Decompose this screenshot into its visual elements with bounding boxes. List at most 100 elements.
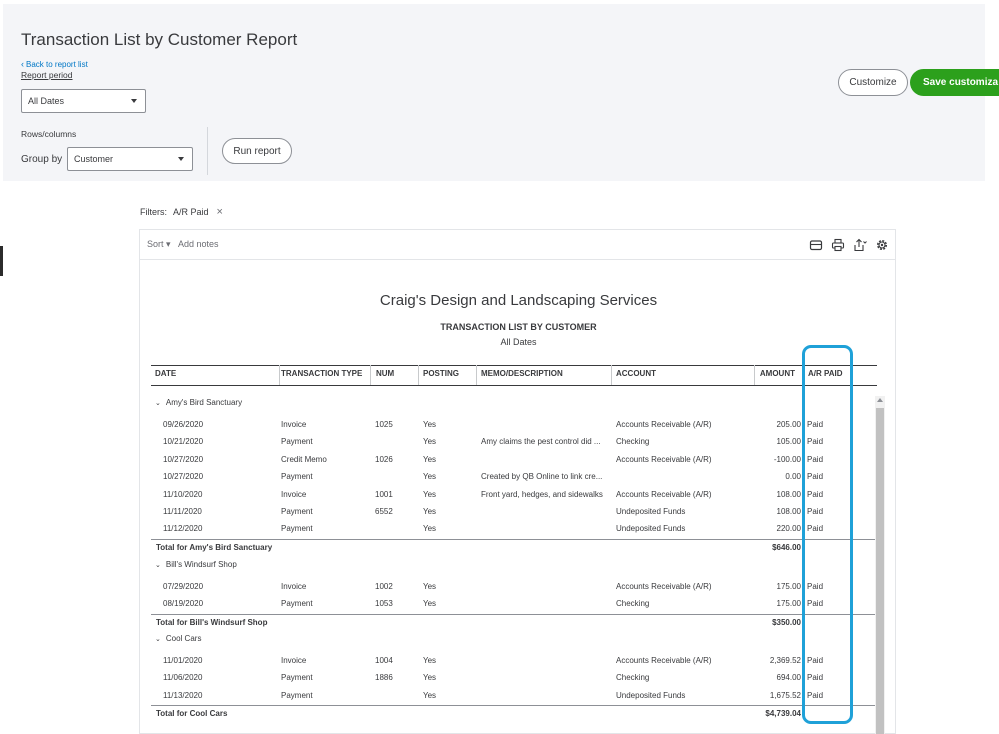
- cell-memo: Amy claims the pest control did ...: [481, 437, 601, 447]
- cell-posting: Yes: [423, 472, 437, 482]
- cell-date[interactable]: 11/10/2020: [163, 490, 202, 499]
- cell-account: Accounts Receivable (A/R): [616, 454, 712, 464]
- cell-transaction-type[interactable]: Invoice: [281, 582, 306, 591]
- cell-date[interactable]: 11/06/2020: [163, 673, 202, 682]
- group-by-value: Customer: [74, 154, 114, 164]
- cell-date[interactable]: 09/26/2020: [163, 420, 203, 429]
- customer-group-header[interactable]: ⌄ Cool Cars: [155, 634, 201, 643]
- cell-transaction-type[interactable]: Invoice: [281, 656, 306, 665]
- group-total-amount[interactable]: $646.00: [772, 543, 801, 552]
- customer-group-header[interactable]: ⌄ Amy's Bird Sanctuary: [155, 398, 242, 407]
- cell-date[interactable]: 07/29/2020: [163, 582, 203, 591]
- column-separator: [754, 365, 755, 385]
- cell-account: Accounts Receivable (A/R): [616, 420, 712, 429]
- cell-posting: Yes: [423, 437, 437, 447]
- cell-date[interactable]: 11/01/2020: [163, 656, 202, 665]
- column-header-memo[interactable]: MEMO/DESCRIPTION: [481, 369, 563, 378]
- cell-amount[interactable]: 108.00: [777, 507, 801, 516]
- column-header-account[interactable]: ACCOUNT: [616, 369, 656, 378]
- cell-amount[interactable]: 105.00: [777, 437, 801, 446]
- close-icon[interactable]: ×: [217, 206, 223, 218]
- scroll-up-arrow-icon[interactable]: [877, 398, 883, 402]
- cell-date[interactable]: 11/12/2020: [163, 524, 202, 533]
- table-scrollbar[interactable]: [875, 396, 885, 734]
- cell-date[interactable]: 10/27/2020: [163, 472, 203, 481]
- email-icon[interactable]: [809, 238, 823, 252]
- cell-amount[interactable]: 108.00: [777, 490, 801, 499]
- cell-amount[interactable]: 1,675.52: [770, 691, 801, 700]
- cell-transaction-type[interactable]: Payment: [281, 507, 313, 516]
- rows-columns-label: Rows/columns: [21, 129, 77, 139]
- filters-label: Filters:: [140, 207, 167, 217]
- cell-transaction-type[interactable]: Payment: [281, 524, 313, 533]
- cell-date[interactable]: 08/19/2020: [163, 599, 203, 608]
- cell-date[interactable]: 10/27/2020: [163, 455, 203, 464]
- cell-amount[interactable]: 175.00: [777, 582, 801, 591]
- add-notes-link[interactable]: Add notes: [178, 239, 219, 249]
- column-header-num[interactable]: NUM: [376, 369, 394, 378]
- page-title: Transaction List by Customer Report: [21, 30, 298, 49]
- cell-date[interactable]: 11/13/2020: [163, 691, 202, 700]
- cell-account: Accounts Receivable (A/R): [616, 489, 712, 499]
- run-report-button[interactable]: Run report: [222, 138, 292, 164]
- cell-amount[interactable]: 694.00: [777, 673, 801, 682]
- group-total-rule: [151, 539, 877, 540]
- cell-amount[interactable]: 175.00: [777, 599, 801, 608]
- cell-transaction-type[interactable]: Payment: [281, 472, 313, 481]
- cell-amount[interactable]: 2,369.52: [770, 656, 801, 665]
- column-separator: [611, 365, 612, 385]
- cell-amount[interactable]: -100.00: [774, 455, 801, 464]
- column-header-transaction-type[interactable]: TRANSACTION TYPE: [281, 369, 362, 378]
- cell-account: Undeposited Funds: [616, 507, 686, 516]
- cell-transaction-type[interactable]: Payment: [281, 437, 313, 446]
- cell-memo: Created by QB Online to link cre...: [481, 472, 603, 482]
- cell-posting: Yes: [423, 524, 437, 534]
- sort-dropdown[interactable]: Sort ▾: [147, 239, 171, 250]
- back-link-label: Back to report list: [26, 59, 88, 69]
- cell-amount[interactable]: 220.00: [777, 524, 801, 533]
- customer-group-header[interactable]: ⌄ Bill's Windsurf Shop: [155, 560, 237, 569]
- group-total-label: Total for Cool Cars: [156, 709, 228, 718]
- save-customization-button[interactable]: Save customiza: [910, 69, 999, 96]
- back-to-report-list-link[interactable]: ‹ Back to report list: [21, 59, 88, 69]
- group-total-amount[interactable]: $4,739.04: [765, 709, 801, 718]
- group-total-label: Total for Bill's Windsurf Shop: [156, 618, 268, 627]
- export-icon[interactable]: [853, 238, 867, 252]
- print-icon[interactable]: [831, 238, 845, 252]
- cell-transaction-type[interactable]: Payment: [281, 673, 313, 682]
- group-total-amount[interactable]: $350.00: [772, 618, 801, 627]
- column-header-posting[interactable]: POSTING: [423, 369, 459, 378]
- cell-transaction-type[interactable]: Credit Memo: [281, 455, 327, 464]
- scrollbar-thumb[interactable]: [876, 408, 884, 734]
- column-header-amount[interactable]: AMOUNT: [760, 369, 795, 378]
- cell-amount[interactable]: 205.00: [777, 420, 801, 429]
- cell-transaction-type[interactable]: Payment: [281, 599, 313, 608]
- cell-transaction-type[interactable]: Invoice: [281, 490, 306, 499]
- cell-num: 1025: [375, 420, 393, 429]
- caret-down-icon: ⌄: [155, 562, 161, 569]
- group-by-label: Group by: [21, 154, 63, 165]
- group-by-select[interactable]: Customer: [67, 147, 193, 171]
- cell-account: Checking: [616, 437, 650, 447]
- cell-transaction-type[interactable]: Payment: [281, 691, 313, 700]
- cell-date[interactable]: 10/21/2020: [163, 437, 203, 446]
- cell-num: 1004: [375, 656, 393, 665]
- filter-chip-ar-paid[interactable]: A/R Paid: [173, 207, 209, 217]
- cell-posting: Yes: [423, 454, 437, 464]
- customer-name: Amy's Bird Sanctuary: [165, 398, 243, 407]
- cell-transaction-type[interactable]: Invoice: [281, 420, 306, 429]
- cell-amount[interactable]: 0.00: [785, 472, 801, 481]
- cell-posting: Yes: [423, 690, 437, 700]
- report-period-value: All Dates: [28, 96, 65, 106]
- column-separator: [476, 365, 477, 385]
- cell-date[interactable]: 11/11/2020: [163, 507, 202, 516]
- settings-icon[interactable]: [875, 238, 889, 252]
- customize-button[interactable]: Customize: [838, 69, 908, 96]
- column-separator: [418, 365, 419, 385]
- report-period-select[interactable]: All Dates: [21, 89, 146, 113]
- column-header-date[interactable]: DATE: [155, 369, 176, 378]
- cell-account: Undeposited Funds: [616, 690, 686, 700]
- report-period-label: Report period: [21, 70, 73, 80]
- left-edge-marker: [0, 246, 3, 276]
- cell-account: Checking: [616, 599, 650, 609]
